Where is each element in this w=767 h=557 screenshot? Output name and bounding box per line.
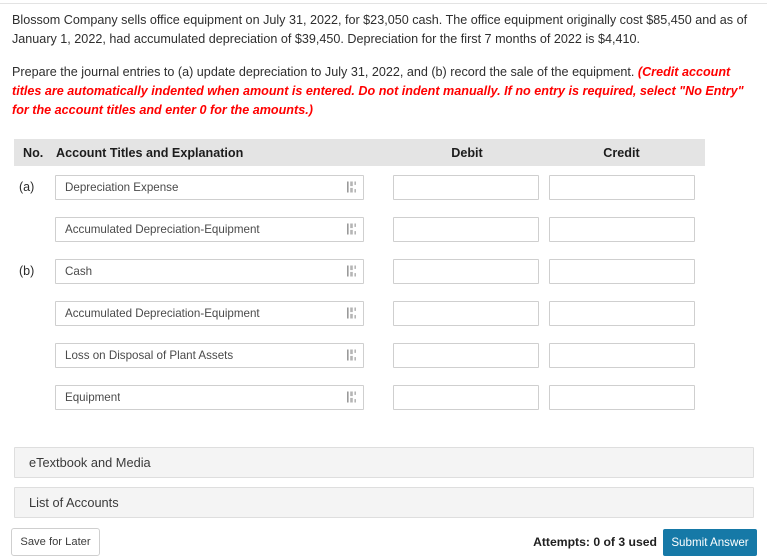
account-title-select[interactable]: Loss on Disposal of Plant Assets [55, 342, 364, 368]
debit-cell [383, 258, 549, 284]
table-row: (a) Depreciation Expense [14, 166, 705, 208]
debit-cell [383, 384, 549, 410]
problem-paragraph-2: Prepare the journal entries to (a) updat… [12, 63, 756, 120]
table-body: (a) Depreciation Expense Accumulated Depre… [14, 166, 705, 418]
account-title-value: Accumulated Depreciation-Equipment [65, 222, 260, 236]
column-header-credit: Credit [603, 145, 640, 160]
account-title-select[interactable]: Depreciation Expense [55, 174, 364, 200]
table-header-row: No. Account Titles and Explanation Debit… [14, 139, 705, 166]
debit-input[interactable] [393, 174, 539, 200]
account-title-value: Accumulated Depreciation-Equipment [65, 306, 260, 320]
debit-cell [383, 342, 549, 368]
credit-input[interactable] [549, 174, 695, 200]
credit-input[interactable] [549, 384, 695, 410]
account-title-cell: Equipment [55, 384, 383, 410]
credit-input[interactable] [549, 258, 695, 284]
table-row: Loss on Disposal of Plant Assets [14, 334, 705, 376]
debit-input[interactable] [393, 216, 539, 242]
column-header-no: No. [23, 145, 44, 160]
list-of-accounts-label: List of Accounts [29, 495, 119, 510]
account-title-select[interactable]: Accumulated Depreciation-Equipment [55, 300, 364, 326]
problem-statement: Blossom Company sells office equipment o… [12, 11, 756, 120]
credit-cell [549, 300, 705, 326]
debit-cell [383, 216, 549, 242]
account-title-value: Cash [65, 264, 93, 278]
select-handle-icon[interactable] [347, 349, 356, 361]
credit-input[interactable] [549, 300, 695, 326]
credit-cell [549, 258, 705, 284]
row-number-label: (b) [19, 264, 35, 278]
problem-instruction-lead: Prepare the journal entries to (a) updat… [12, 65, 638, 79]
credit-cell [549, 342, 705, 368]
save-for-later-button[interactable]: Save for Later [11, 528, 100, 556]
table-row: Equipment [14, 376, 705, 418]
account-title-cell: Accumulated Depreciation-Equipment [55, 216, 383, 242]
select-handle-icon[interactable] [347, 181, 356, 193]
table-row: (b) Cash [14, 250, 705, 292]
account-title-cell: Depreciation Expense [55, 174, 383, 200]
attempts-counter: Attempts: 0 of 3 used [533, 535, 657, 549]
debit-input[interactable] [393, 384, 539, 410]
account-title-cell: Loss on Disposal of Plant Assets [55, 342, 383, 368]
column-header-account: Account Titles and Explanation [56, 145, 244, 160]
credit-cell [549, 216, 705, 242]
credit-input[interactable] [549, 216, 695, 242]
top-divider [0, 3, 767, 4]
column-header-debit: Debit [451, 145, 483, 160]
account-title-cell: Accumulated Depreciation-Equipment [55, 300, 383, 326]
account-title-cell: Cash [55, 258, 383, 284]
list-of-accounts-panel[interactable]: List of Accounts [14, 487, 754, 518]
account-title-select[interactable]: Equipment [55, 384, 364, 410]
credit-input[interactable] [549, 342, 695, 368]
debit-input[interactable] [393, 258, 539, 284]
etextbook-and-media-panel[interactable]: eTextbook and Media [14, 447, 754, 478]
debit-cell [383, 300, 549, 326]
account-title-value: Equipment [65, 390, 121, 404]
account-title-select[interactable]: Accumulated Depreciation-Equipment [55, 216, 364, 242]
table-row: Accumulated Depreciation-Equipment [14, 292, 705, 334]
select-handle-icon[interactable] [347, 223, 356, 235]
row-number-label: (a) [19, 180, 35, 194]
select-handle-icon[interactable] [347, 391, 356, 403]
etextbook-and-media-label: eTextbook and Media [29, 455, 151, 470]
account-title-select[interactable]: Cash [55, 258, 364, 284]
account-title-value: Depreciation Expense [65, 180, 179, 194]
select-handle-icon[interactable] [347, 307, 356, 319]
credit-cell [549, 174, 705, 200]
select-handle-icon[interactable] [347, 265, 356, 277]
table-row: Accumulated Depreciation-Equipment [14, 208, 705, 250]
debit-input[interactable] [393, 300, 539, 326]
debit-input[interactable] [393, 342, 539, 368]
problem-paragraph-1: Blossom Company sells office equipment o… [12, 13, 748, 46]
debit-cell [383, 174, 549, 200]
account-title-value: Loss on Disposal of Plant Assets [65, 348, 234, 362]
credit-cell [549, 384, 705, 410]
journal-entry-table: No. Account Titles and Explanation Debit… [14, 139, 705, 418]
submit-answer-button[interactable]: Submit Answer [663, 529, 757, 556]
